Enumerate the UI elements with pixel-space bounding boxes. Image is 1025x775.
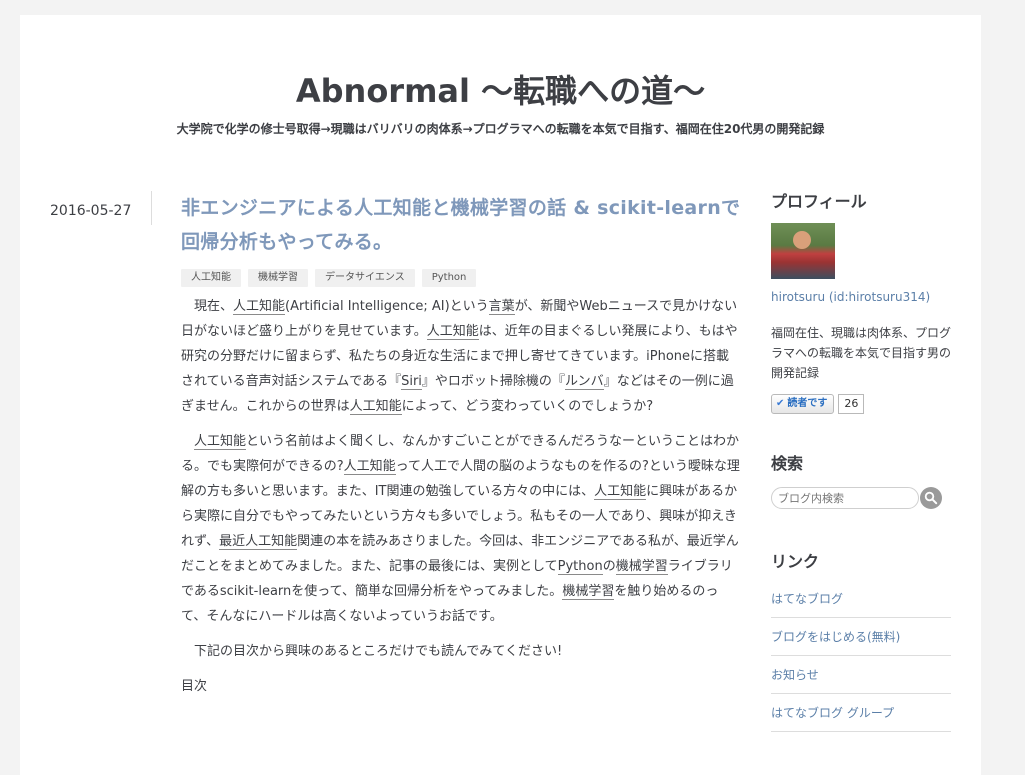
paragraph-text: 現在、 — [194, 299, 234, 314]
links-module: リンク はてなブログ ブログをはじめる(無料) お知らせ はてなブログ グループ — [771, 551, 951, 732]
keyword-link[interactable]: 人工知能 — [194, 434, 247, 450]
keyword-link[interactable]: 機械学習 — [562, 584, 615, 600]
category-tag[interactable]: データサイエンス — [315, 269, 415, 287]
paragraph-text: 下記の目次から興味のあるところだけでも読んでみてください! — [194, 644, 563, 659]
link-start-blog[interactable]: ブログをはじめる(無料) — [771, 618, 951, 656]
paragraph-text: の — [602, 559, 616, 574]
link-hatena-blog[interactable]: はてなブログ — [771, 583, 951, 618]
blog-description: 大学院で化学の修士号取得→現職はバリバリの肉体系→プログラマへの転職を本気で目指… — [176, 122, 825, 136]
keyword-link[interactable]: 人工知能 — [426, 324, 479, 340]
entry-content: 現在、人工知能(Artificial Intelligence; AI)という言… — [181, 294, 741, 699]
search-title: 検索 — [771, 454, 804, 473]
check-icon: ✔ — [776, 397, 785, 409]
keyword-link[interactable]: Python — [557, 559, 603, 575]
entry-paragraph: 人工知能という名前はよく聞くし、なんかすごいことができるんだろうなーということは… — [181, 429, 741, 629]
date-divider — [151, 191, 152, 225]
paragraph-text: 』やロボット掃除機の『 — [421, 374, 565, 389]
keyword-link[interactable]: 最近人工知能 — [219, 534, 298, 550]
keyword-link[interactable]: 人工知能 — [233, 299, 286, 315]
search-button[interactable] — [920, 487, 942, 509]
avatar[interactable] — [771, 223, 835, 279]
link-news[interactable]: お知らせ — [771, 656, 951, 694]
keyword-link[interactable]: 人工知能 — [343, 459, 396, 475]
category-list: 人工知能 機械学習 データサイエンス Python — [181, 265, 741, 287]
sidebar: プロフィール hirotsuru (id:hirotsuru314) 福岡在住、… — [771, 191, 951, 732]
keyword-link[interactable]: 機械学習 — [615, 559, 668, 575]
subscribe-button[interactable]: ✔ 読者です — [771, 393, 835, 414]
reader-count: 26 — [838, 393, 865, 414]
link-list: はてなブログ ブログをはじめる(無料) お知らせ はてなブログ グループ — [771, 583, 951, 732]
profile-module: プロフィール hirotsuru (id:hirotsuru314) 福岡在住、… — [771, 191, 951, 415]
category-tag[interactable]: 人工知能 — [181, 269, 241, 287]
profile-description: 福岡在住、現職は肉体系、プログラマへの転職を本気で目指す男の開発記録 — [771, 326, 952, 380]
page: Abnormal 〜転職への道〜 大学院で化学の修士号取得→現職はバリバリの肉体… — [20, 15, 981, 775]
entry-paragraph: 現在、人工知能(Artificial Intelligence; AI)という言… — [181, 294, 741, 419]
search-input[interactable] — [771, 487, 919, 509]
profile-title: プロフィール — [771, 192, 867, 211]
keyword-link[interactable]: 人工知能 — [349, 399, 402, 415]
entry-date[interactable]: 2016-05-27 — [50, 201, 150, 221]
links-title: リンク — [771, 552, 820, 571]
toc-label: 目次 — [181, 679, 208, 694]
subscribe-label: 読者です — [787, 397, 828, 409]
entry: 非エンジニアによる人工知能と機械学習の話 & scikit-learnで回帰分析… — [181, 191, 741, 709]
paragraph-text: によって、どう変わっていくのでしょうか? — [401, 399, 654, 414]
reader-row: ✔ 読者です 26 — [771, 393, 951, 415]
entry-paragraph: 下記の目次から興味のあるところだけでも読んでみてください! — [181, 639, 741, 664]
keyword-link[interactable]: 人工知能 — [594, 484, 647, 500]
link-blog-group[interactable]: はてなブログ グループ — [771, 694, 951, 732]
category-tag[interactable]: Python — [421, 269, 477, 287]
search-icon — [924, 491, 938, 505]
keyword-link[interactable]: Siri — [401, 374, 422, 390]
profile-name-link[interactable]: hirotsuru (id:hirotsuru314) — [771, 289, 951, 305]
blog-title[interactable]: Abnormal 〜転職への道〜 — [20, 71, 981, 111]
search-module: 検索 — [771, 453, 951, 511]
entry-title[interactable]: 非エンジニアによる人工知能と機械学習の話 & scikit-learnで回帰分析… — [181, 191, 741, 259]
search-row — [771, 487, 951, 511]
category-tag[interactable]: 機械学習 — [248, 269, 308, 287]
paragraph-text: (Artificial Intelligence; AI)という — [285, 299, 489, 314]
keyword-link[interactable]: 言葉 — [488, 299, 515, 315]
keyword-link[interactable]: ルンバ — [564, 374, 604, 390]
